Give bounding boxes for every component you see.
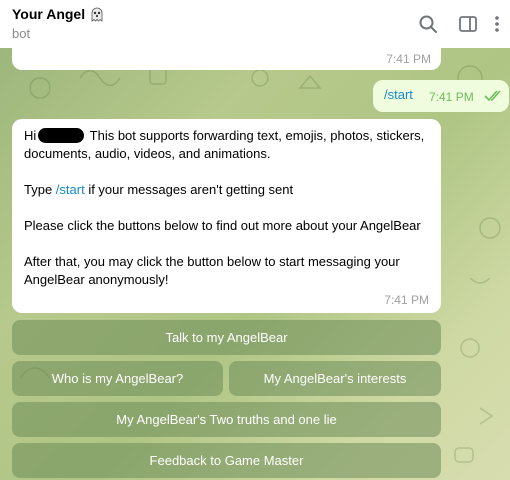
chat-header: Your Angel bot	[0, 0, 510, 48]
previous-message-bubble: 7:41 PM	[12, 48, 441, 70]
two-truths-one-lie-button[interactable]: My AngelBear's Two truths and one lie	[12, 402, 441, 437]
angelbear-interests-button[interactable]: My AngelBear's interests	[229, 361, 441, 396]
message-paragraph-anonymous: After that, you may click the button bel…	[24, 254, 400, 287]
type-suffix-text: if your messages aren't getting sent	[84, 182, 294, 197]
outgoing-message-bubble[interactable]: /start 7:41 PM	[373, 80, 509, 112]
sidebar-toggle-icon[interactable]	[458, 14, 478, 34]
message-time: 7:41 PM	[386, 52, 431, 66]
type-prefix-text: Type	[24, 182, 56, 197]
message-time: 7:41 PM	[429, 90, 474, 104]
greeting-text: Hi	[24, 128, 37, 143]
double-check-icon	[484, 90, 501, 102]
ghost-icon	[89, 6, 105, 22]
start-command-link[interactable]: /start	[56, 182, 85, 197]
feedback-game-master-button[interactable]: Feedback to Game Master	[12, 443, 441, 478]
chat-title[interactable]: Your Angel	[12, 6, 85, 22]
intro-text: This bot supports forwarding text, emoji…	[24, 128, 425, 161]
chat-subtitle: bot	[12, 26, 31, 41]
redacted-name	[38, 128, 85, 143]
start-command-link[interactable]: /start	[384, 87, 413, 102]
message-paragraph-intro: Hi This bot supports forwarding text, em…	[24, 127, 429, 163]
who-is-my-angelbear-button[interactable]: Who is my AngelBear?	[12, 361, 223, 396]
search-icon[interactable]	[418, 14, 438, 34]
chat-area[interactable]: 7:41 PM /start 7:41 PM Hi This bot suppo…	[0, 48, 510, 480]
more-vert-icon[interactable]	[492, 14, 502, 34]
message-time: 7:41 PM	[384, 293, 429, 307]
title-row[interactable]: Your Angel	[12, 6, 105, 22]
talk-to-angelbear-button[interactable]: Talk to my AngelBear	[12, 320, 441, 355]
message-paragraph-type: Type /start if your messages aren't gett…	[24, 181, 429, 199]
incoming-message-bubble[interactable]: Hi This bot supports forwarding text, em…	[12, 119, 441, 313]
message-paragraph-buttons: Please click the buttons below to find o…	[24, 218, 421, 233]
